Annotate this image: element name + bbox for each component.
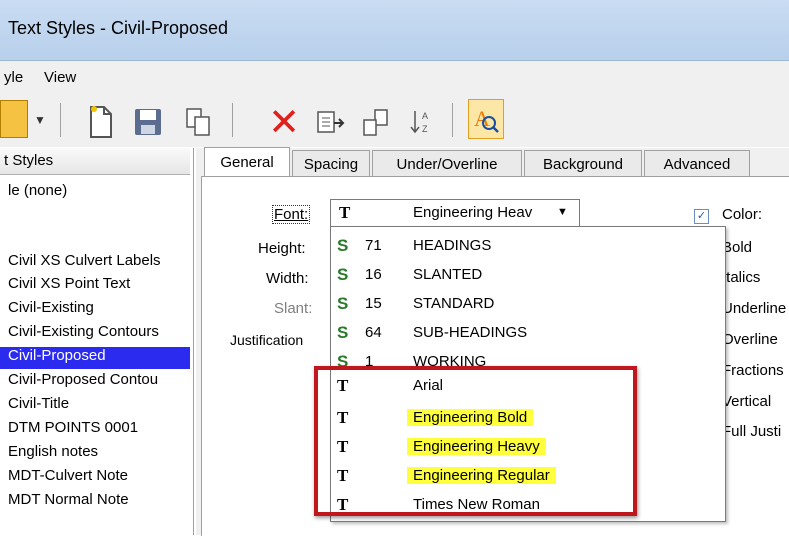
list-item[interactable]: Civil-Existing xyxy=(8,299,190,316)
update-from-library-icon[interactable] xyxy=(356,102,396,142)
list-item[interactable]: le (none) xyxy=(8,182,190,199)
color-checkbox[interactable]: ✓ xyxy=(694,209,709,224)
rsc-font-icon: S xyxy=(337,294,349,313)
list-item[interactable]: Civil-Title xyxy=(8,395,190,412)
list-header: t Styles xyxy=(0,148,190,175)
slant-label: Slant: xyxy=(274,300,313,317)
list-item[interactable]: Civil-Existing Contours xyxy=(8,323,190,340)
list-item-selected[interactable]: Civil-Proposed xyxy=(0,347,190,369)
preview-text-icon[interactable]: A xyxy=(468,99,504,139)
full-justification-option[interactable]: Full Justi xyxy=(722,423,781,440)
justification-label: Justification xyxy=(230,332,304,348)
underline-option[interactable]: Underline xyxy=(722,300,786,317)
list-item[interactable]: Civil XS Point Text xyxy=(8,275,190,292)
font-list-item[interactable]: S 71 HEADINGS xyxy=(331,232,725,261)
list-item[interactable]: English notes xyxy=(8,443,190,460)
tab-under-overline[interactable]: Under/Overline xyxy=(372,150,522,177)
toolbar-separator xyxy=(232,103,233,137)
tab-background[interactable]: Background xyxy=(524,150,642,177)
font-label: Font: xyxy=(272,205,311,224)
tab-advanced[interactable]: Advanced xyxy=(644,150,750,177)
bold-option[interactable]: Bold xyxy=(722,239,752,256)
chevron-down-icon: ▼ xyxy=(557,206,568,218)
toolbar-separator xyxy=(452,103,453,137)
rsc-font-icon: S xyxy=(337,323,349,342)
menu-bar: yle View xyxy=(0,61,789,91)
style-menu-icon[interactable] xyxy=(0,100,28,138)
rsc-font-icon: S xyxy=(337,236,349,255)
font-list-item[interactable]: S 64 SUB-HEADINGS xyxy=(331,319,725,348)
window-title: Text Styles - Civil-Proposed xyxy=(8,18,229,38)
font-list-item[interactable]: S 15 STANDARD xyxy=(331,290,725,319)
menu-style[interactable]: yle xyxy=(4,69,23,86)
overline-option[interactable]: Overline xyxy=(722,331,778,348)
width-label: Width: xyxy=(266,270,309,287)
font-dropdown[interactable]: T Engineering Heav ▼ xyxy=(330,199,580,227)
sort-icon[interactable]: AZ xyxy=(402,102,442,142)
list-item[interactable]: MDT-Culvert Note xyxy=(8,467,190,484)
list-item[interactable]: DTM POINTS 0001 xyxy=(8,419,190,436)
annotation-highlight-box xyxy=(314,366,637,516)
svg-text:A: A xyxy=(422,111,428,121)
color-label: Color: xyxy=(722,206,763,223)
new-style-icon[interactable] xyxy=(80,102,120,142)
list-item[interactable]: Civil XS Culvert Labels xyxy=(8,252,190,269)
height-label: Height: xyxy=(258,240,306,257)
text-styles-list[interactable]: t Styles le (none) Civil XS Culvert Labe… xyxy=(0,148,194,535)
toolbar-separator xyxy=(60,103,61,137)
list-item[interactable]: Civil-Proposed Contou xyxy=(8,371,190,388)
list-item[interactable]: MDT Normal Note xyxy=(8,491,190,505)
tab-spacing[interactable]: Spacing xyxy=(292,150,370,177)
fractions-option[interactable]: Fractions xyxy=(722,362,784,379)
save-icon[interactable] xyxy=(128,102,168,142)
menu-view[interactable]: View xyxy=(44,69,76,86)
tab-general[interactable]: General xyxy=(204,147,290,176)
font-list-item[interactable]: S 16 SLANTED xyxy=(331,261,725,290)
paste-style-icon[interactable] xyxy=(310,102,350,142)
svg-text:A: A xyxy=(474,106,490,131)
dropdown-arrow-icon[interactable]: ▼ xyxy=(30,104,50,136)
vertical-option[interactable]: Vertical xyxy=(722,393,771,410)
copy-style-icon[interactable] xyxy=(178,102,218,142)
title-bar: Text Styles - Civil-Proposed xyxy=(0,0,789,61)
svg-text:Z: Z xyxy=(422,124,428,134)
font-dropdown-value: Engineering Heav xyxy=(413,204,533,221)
italics-option[interactable]: Italics xyxy=(722,269,760,286)
rsc-font-icon: S xyxy=(337,265,349,284)
truetype-font-icon: T xyxy=(339,203,351,222)
delete-icon[interactable]: ✕ xyxy=(264,100,304,144)
